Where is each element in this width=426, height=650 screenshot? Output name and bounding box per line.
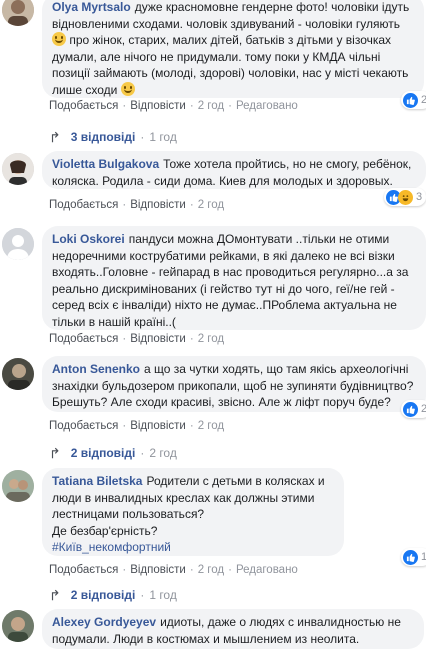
avatar[interactable] <box>2 0 34 26</box>
reply-link[interactable]: Відповісти <box>130 564 186 576</box>
reply-link[interactable]: Відповісти <box>130 199 186 211</box>
edited-label[interactable]: Редаговано <box>236 564 298 576</box>
timestamp[interactable]: 2 год <box>198 420 224 432</box>
smile-emoji-icon <box>52 32 66 47</box>
comment-bubble: Anton Senenko а що за чутки ходять, що та… <box>42 356 426 412</box>
reaction-summary[interactable]: 2 <box>401 400 426 418</box>
reaction-count: 2 <box>421 94 426 106</box>
reaction-count: 2 <box>421 403 426 415</box>
like-link[interactable]: Подобається <box>49 420 118 432</box>
comment-bubble: Loki Oskorei пандуси можна ДОмонтувати ..… <box>42 226 426 330</box>
view-replies[interactable]: ↳ 2 відповіді · 2 год <box>49 444 177 461</box>
reply-link[interactable]: Відповісти <box>130 420 186 432</box>
comment-text-continued: про жінок, старих, малих дітей, батьків … <box>52 33 409 97</box>
comment-author[interactable]: Anton Senenko <box>52 362 140 376</box>
comment-text-line2: Де безбар'єрність? <box>52 523 158 538</box>
comment-actions: Подобається · Відповісти · 2 год · Редаговано <box>49 100 298 112</box>
reply-link[interactable]: Відповісти <box>130 100 186 112</box>
like-link[interactable]: Подобається <box>49 333 118 345</box>
comment-bubble: Olya Myrtsalo дуже красномовне гендерне ф… <box>42 0 424 98</box>
avatar[interactable] <box>2 153 34 185</box>
comment-bubble: Violetta Bulgakova Тоже хотела пройтись, … <box>42 151 426 189</box>
replies-time: 2 год <box>149 445 177 460</box>
replies-time: 1 год <box>149 129 177 144</box>
timestamp[interactable]: 2 год <box>198 199 224 211</box>
reaction-summary[interactable]: 2 <box>401 91 426 109</box>
view-replies[interactable]: ↳ 2 відповіді · 1 год <box>49 586 177 603</box>
replies-count[interactable]: 2 відповіді <box>71 588 136 602</box>
reaction-count: 1 <box>421 551 426 563</box>
replies-time: 1 год <box>149 587 177 602</box>
haha-reaction-icon <box>398 189 413 205</box>
reply-arrow-icon: ↳ <box>49 129 61 145</box>
reaction-summary[interactable]: 3 <box>384 188 426 206</box>
view-replies[interactable]: ↳ 3 відповіді · 1 год <box>49 128 177 145</box>
reaction-count: 3 <box>416 191 423 203</box>
comment-author[interactable]: Olya Myrtsalo <box>52 0 131 14</box>
comment-actions: Подобається · Відповісти · 2 год <box>49 420 225 432</box>
like-link[interactable]: Подобається <box>49 100 118 112</box>
comment-actions: Подобається · Відповісти · 2 год <box>49 333 225 345</box>
comment-author[interactable]: Alexey Gordyeyev <box>52 615 156 629</box>
avatar[interactable] <box>2 358 34 390</box>
reply-link[interactable]: Відповісти <box>130 333 186 345</box>
smile-emoji-icon <box>120 81 135 96</box>
like-link[interactable]: Подобається <box>49 564 118 576</box>
reply-arrow-icon: ↳ <box>49 445 61 461</box>
like-reaction-icon <box>403 549 418 565</box>
comment-author[interactable]: Violetta Bulgakova <box>52 157 159 171</box>
comment-bubble: Tatiana Biletska Родители с детьми в коля… <box>42 468 344 556</box>
timestamp[interactable]: 2 год <box>198 564 224 576</box>
like-reaction-icon <box>403 401 418 417</box>
comment-actions: Подобається · Відповісти · 2 год · Редаговано <box>49 564 298 576</box>
avatar[interactable] <box>2 610 34 642</box>
timestamp[interactable]: 2 год <box>198 100 224 112</box>
comment-actions: Подобається · Відповісти · 2 год <box>49 199 225 211</box>
comment-author[interactable]: Tatiana Biletska <box>52 474 142 488</box>
comment-text: пандуси можна ДОмонтувати ..тільки не от… <box>52 232 409 329</box>
like-reaction-icon <box>403 92 418 108</box>
comment-bubble: Alexey Gordyeyev идиоты, даже о людях с и… <box>42 609 424 649</box>
avatar[interactable] <box>2 228 34 260</box>
avatar[interactable] <box>2 470 34 502</box>
timestamp[interactable]: 2 год <box>198 333 224 345</box>
replies-count[interactable]: 2 відповіді <box>71 446 136 460</box>
reaction-summary[interactable]: 1 <box>401 548 426 566</box>
hashtag-link[interactable]: #Київ_некомфортний <box>52 540 171 554</box>
comment-author[interactable]: Loki Oskorei <box>52 232 125 246</box>
replies-count[interactable]: 3 відповіді <box>71 130 136 144</box>
like-link[interactable]: Подобається <box>49 199 118 211</box>
reply-arrow-icon: ↳ <box>49 587 61 603</box>
edited-label[interactable]: Редаговано <box>236 100 298 112</box>
